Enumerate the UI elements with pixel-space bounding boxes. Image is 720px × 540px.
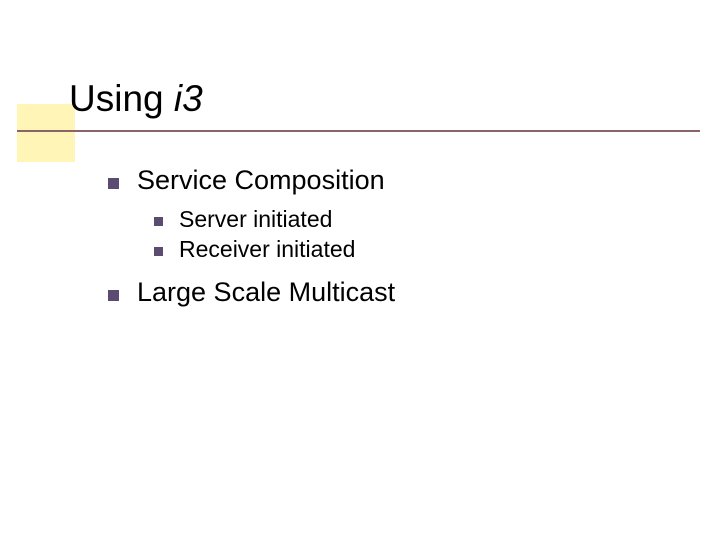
content-area: Service Composition Server initiated Rec…: [108, 165, 395, 312]
square-bullet-icon: [108, 290, 119, 301]
list-item-label: Large Scale Multicast: [137, 277, 395, 308]
square-bullet-icon: [154, 247, 163, 256]
slide-title: Using i3: [69, 78, 203, 120]
list-item: Large Scale Multicast: [108, 277, 395, 308]
square-bullet-icon: [154, 217, 163, 226]
title-accent-block: [17, 104, 75, 162]
list-item: Server initiated: [154, 206, 395, 233]
title-text-prefix: Using: [69, 78, 174, 119]
list-item-label: Server initiated: [179, 206, 332, 233]
title-text-italic: i3: [174, 78, 203, 119]
list-item: Receiver initiated: [154, 236, 395, 263]
slide: Using i3 Service Composition Server init…: [0, 0, 720, 540]
list-item: Service Composition: [108, 165, 395, 196]
list-item-label: Receiver initiated: [179, 236, 355, 263]
sub-list: Server initiated Receiver initiated: [154, 206, 395, 263]
list-item-label: Service Composition: [137, 165, 385, 196]
square-bullet-icon: [108, 178, 119, 189]
title-underline: [17, 130, 700, 132]
